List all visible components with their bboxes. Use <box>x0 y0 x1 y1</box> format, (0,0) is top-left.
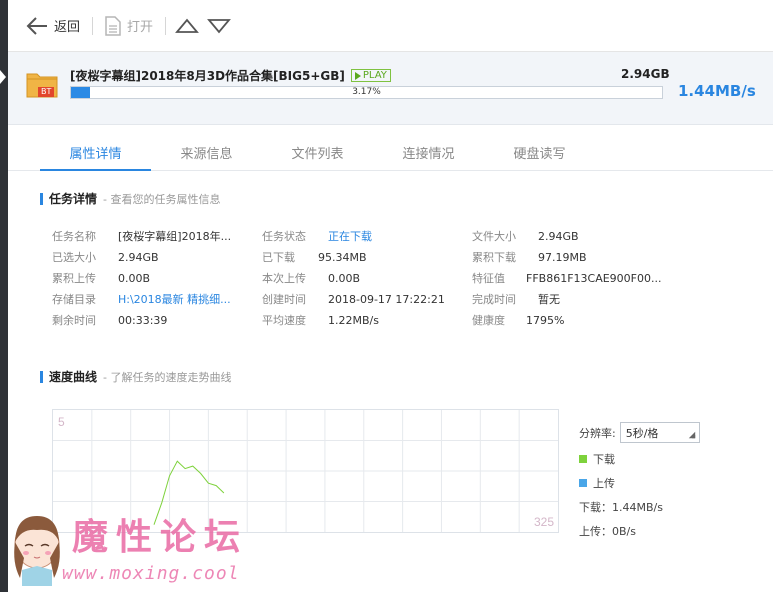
save-dir-link[interactable]: H:\2018最新 精挑细... <box>118 291 231 307</box>
details-section-subtitle: - 查看您的任务属性信息 <box>103 192 221 206</box>
upload-speed-stat: 上传：0B/s <box>579 525 636 538</box>
detail-session-upload: 本次上传 0.00B <box>262 272 361 285</box>
triangle-up-icon <box>175 18 199 33</box>
resolution-select[interactable]: 5秒/格 <box>619 422 700 443</box>
resolution-value: 5秒/格 <box>625 426 659 440</box>
detail-save-dir: 存储目录 H:\2018最新 精挑细... <box>52 291 231 307</box>
task-header: BT [夜桜字幕组]2018年8月3D作品合集[BIG5+GB] PLAY 2.… <box>8 52 773 125</box>
details-section-title: 任务详情 <box>49 192 98 206</box>
open-label: 打开 <box>127 20 154 35</box>
details-section-header: 任务详情 - 查看您的任务属性信息 <box>40 190 220 207</box>
toolbar-divider <box>165 16 167 35</box>
play-button[interactable]: PLAY <box>350 69 391 82</box>
back-label: 返回 <box>54 20 81 35</box>
legend-upload: 上传 <box>579 475 739 491</box>
tab-disk-io[interactable]: 硬盘读写 <box>484 125 595 170</box>
mascot-face-icon <box>14 516 60 586</box>
bt-badge: BT <box>38 87 55 97</box>
detail-avg-speed: 平均速度 1.22MB/s <box>262 314 379 327</box>
section-accent <box>40 192 43 205</box>
speed-section-subtitle: - 了解任务的速度走势曲线 <box>103 370 232 384</box>
speed-section-title: 速度曲线 <box>49 370 98 384</box>
edge-notch <box>0 70 6 84</box>
detail-total-upload: 累积上传 0.00B <box>52 272 151 285</box>
speed-section-header: 速度曲线 - 了解任务的速度走势曲线 <box>40 368 231 385</box>
play-icon <box>354 71 361 80</box>
open-button[interactable]: 打开 <box>101 11 157 41</box>
watermark-url: www.moxing.cool <box>62 563 240 584</box>
chart-controls: 分辨率: 5秒/格 下载 上传 下载：1.44MB/s 上传：0B/s <box>579 422 739 539</box>
forum-watermark: 魔性论坛 www.moxing.cool <box>0 500 290 592</box>
task-name-text: [夜桜字幕组]2018年8月3D作品合集[BIG5+GB] <box>70 69 345 83</box>
download-speed-stat: 下载：1.44MB/s <box>579 501 663 514</box>
triangle-down-icon <box>207 18 231 33</box>
detail-created-time: 创建时间 2018-09-17 17:22:21 <box>262 293 445 306</box>
watermark-title: 魔性论坛 <box>72 516 249 558</box>
back-arrow-icon <box>26 16 47 35</box>
detail-hash: 特征值 FFB861F13CAE900F00... <box>472 272 662 285</box>
toolbar: 返回 打开 <box>8 0 773 52</box>
y-max-label: 5 <box>58 415 65 429</box>
detail-file-size: 文件大小 2.94GB <box>472 230 579 243</box>
detail-health: 健康度 1795% <box>472 314 565 327</box>
back-button[interactable]: 返回 <box>22 11 84 41</box>
x-max-label: 325 <box>534 515 554 529</box>
play-label: PLAY <box>362 70 387 81</box>
task-size: 2.94GB <box>621 67 670 81</box>
document-icon <box>105 15 121 36</box>
legend-download-swatch <box>579 455 587 463</box>
progress-bar: 3.17% <box>70 86 663 99</box>
legend-upload-label: 上传 <box>593 477 615 490</box>
detail-task-status: 任务状态 正在下载 <box>262 230 372 243</box>
resolution-row: 分辨率: 5秒/格 <box>579 422 739 443</box>
tab-properties[interactable]: 属性详情 <box>40 125 151 171</box>
detail-downloaded: 已下载 95.34MB <box>262 251 367 264</box>
move-down-button[interactable] <box>206 13 232 39</box>
detail-remaining-time: 剩余时间 00:33:39 <box>52 314 168 327</box>
legend-download: 下载 <box>579 451 739 467</box>
tab-bar: 属性详情 来源信息 文件列表 连接情况 硬盘读写 <box>8 125 773 171</box>
tab-files[interactable]: 文件列表 <box>262 125 373 170</box>
detail-task-name: 任务名称 [夜桜字幕组]2018年... <box>52 230 232 243</box>
detail-finish-time: 完成时间 暂无 <box>472 293 560 306</box>
resolution-label: 分辨率: <box>579 426 616 440</box>
detail-selected-size: 已选大小 2.94GB <box>52 251 159 264</box>
legend-download-label: 下载 <box>593 453 615 466</box>
bt-folder-icon: BT <box>26 70 58 98</box>
move-up-button[interactable] <box>174 13 200 39</box>
toolbar-divider <box>92 16 94 35</box>
task-name: [夜桜字幕组]2018年8月3D作品合集[BIG5+GB] PLAY <box>70 67 391 84</box>
detail-total-download: 累积下载 97.19MB <box>472 251 587 264</box>
tab-connections[interactable]: 连接情况 <box>373 125 484 170</box>
task-speed: 1.44MB/s <box>678 82 756 100</box>
section-accent <box>40 370 43 383</box>
dropdown-caret-icon <box>688 431 695 439</box>
progress-text: 3.17% <box>352 87 381 97</box>
tab-sources[interactable]: 来源信息 <box>151 125 262 170</box>
legend-upload-swatch <box>579 479 587 487</box>
